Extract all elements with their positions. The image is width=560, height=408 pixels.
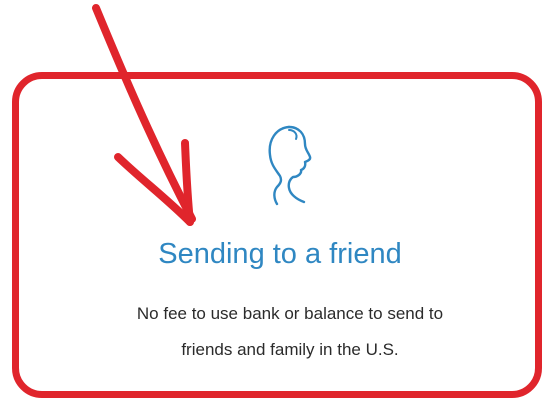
screenshot-page: Sending to a friend No fee to use bank o… xyxy=(0,0,560,408)
red-highlight-rectangle xyxy=(12,72,542,398)
